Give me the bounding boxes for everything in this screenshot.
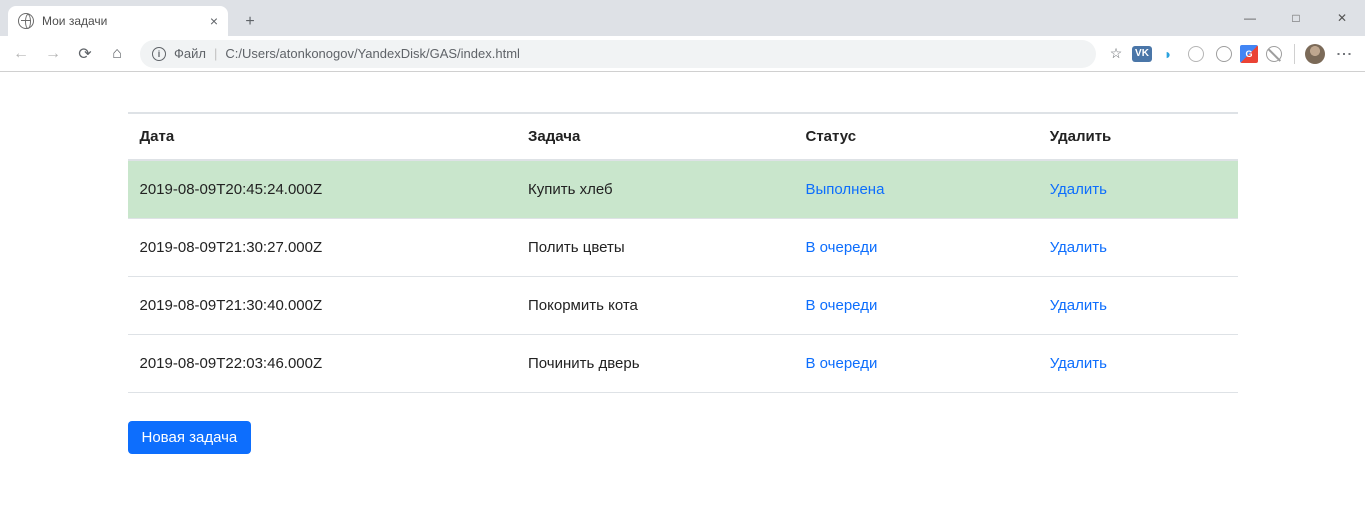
delete-link[interactable]: Удалить [1050, 181, 1107, 198]
maximize-button[interactable]: □ [1273, 3, 1319, 33]
address-bar[interactable]: i Файл | C:/Users/atonkonogov/YandexDisk… [140, 40, 1096, 68]
whale-ext-icon[interactable]: ◗ [1156, 42, 1180, 66]
tab-strip: Мои задачи × + ― □ ✕ [0, 0, 1365, 36]
forward-button[interactable]: → [38, 39, 68, 69]
globe-icon [18, 13, 34, 29]
close-window-button[interactable]: ✕ [1319, 3, 1365, 33]
col-delete: Удалить [1038, 113, 1238, 160]
col-task: Задача [516, 113, 794, 160]
table-row: 2019-08-09T21:30:27.000ZПолить цветы В оч… [128, 219, 1238, 277]
table-row: 2019-08-09T21:30:40.000ZПокормить кота В … [128, 277, 1238, 335]
info-icon[interactable]: i [152, 47, 166, 61]
cell-date: 2019-08-09T20:45:24.000Z [128, 160, 517, 219]
page-body: Дата Задача Статус Удалить 2019-08-09T20… [0, 72, 1365, 454]
table-row: 2019-08-09T20:45:24.000ZКупить хлеб Выпол… [128, 160, 1238, 219]
new-tab-button[interactable]: + [236, 8, 264, 36]
cell-date: 2019-08-09T21:30:40.000Z [128, 277, 517, 335]
new-task-button[interactable]: Новая задача [128, 421, 252, 454]
cell-date: 2019-08-09T21:30:27.000Z [128, 219, 517, 277]
table-row: 2019-08-09T22:03:46.000ZПочинить дверь В … [128, 335, 1238, 393]
delete-link[interactable]: Удалить [1050, 355, 1107, 372]
translate-ext-icon[interactable]: G [1240, 45, 1258, 63]
home-button[interactable]: ⌂ [102, 39, 132, 69]
reload-button[interactable]: ⟳ [70, 39, 100, 69]
cell-task: Купить хлеб [516, 160, 794, 219]
tasks-table: Дата Задача Статус Удалить 2019-08-09T20… [128, 112, 1238, 393]
bookmark-star-icon[interactable]: ☆ [1104, 42, 1128, 66]
status-link[interactable]: Выполнена [806, 181, 885, 198]
cell-date: 2019-08-09T22:03:46.000Z [128, 335, 517, 393]
extensions: ☆ VK ◗ G ⋮ [1104, 42, 1359, 66]
delete-link[interactable]: Удалить [1050, 297, 1107, 314]
close-tab-icon[interactable]: × [210, 13, 218, 29]
cell-task: Починить дверь [516, 335, 794, 393]
window-controls: ― □ ✕ [1227, 0, 1365, 36]
back-button[interactable]: ← [6, 39, 36, 69]
yandex-ext-icon[interactable] [1184, 42, 1208, 66]
col-date: Дата [128, 113, 517, 160]
tab-title: Мои задачи [42, 14, 107, 28]
separator: | [214, 46, 217, 61]
profile-avatar[interactable] [1303, 42, 1327, 66]
table-header-row: Дата Задача Статус Удалить [128, 113, 1238, 160]
ext-icon-circle[interactable] [1212, 42, 1236, 66]
adblock-ext-icon[interactable] [1262, 42, 1286, 66]
addr-url: C:/Users/atonkonogov/YandexDisk/GAS/inde… [225, 46, 520, 61]
menu-button[interactable]: ⋮ [1331, 42, 1355, 66]
cell-task: Полить цветы [516, 219, 794, 277]
status-link[interactable]: В очереди [806, 297, 878, 314]
cell-task: Покормить кота [516, 277, 794, 335]
separator [1294, 44, 1295, 64]
status-link[interactable]: В очереди [806, 239, 878, 256]
browser-toolbar: ← → ⟳ ⌂ i Файл | C:/Users/atonkonogov/Ya… [0, 36, 1365, 72]
delete-link[interactable]: Удалить [1050, 239, 1107, 256]
browser-tab[interactable]: Мои задачи × [8, 6, 228, 36]
vk-ext-icon[interactable]: VK [1132, 46, 1152, 62]
status-link[interactable]: В очереди [806, 355, 878, 372]
minimize-button[interactable]: ― [1227, 3, 1273, 33]
col-status: Статус [794, 113, 1038, 160]
addr-prefix: Файл [174, 46, 206, 61]
